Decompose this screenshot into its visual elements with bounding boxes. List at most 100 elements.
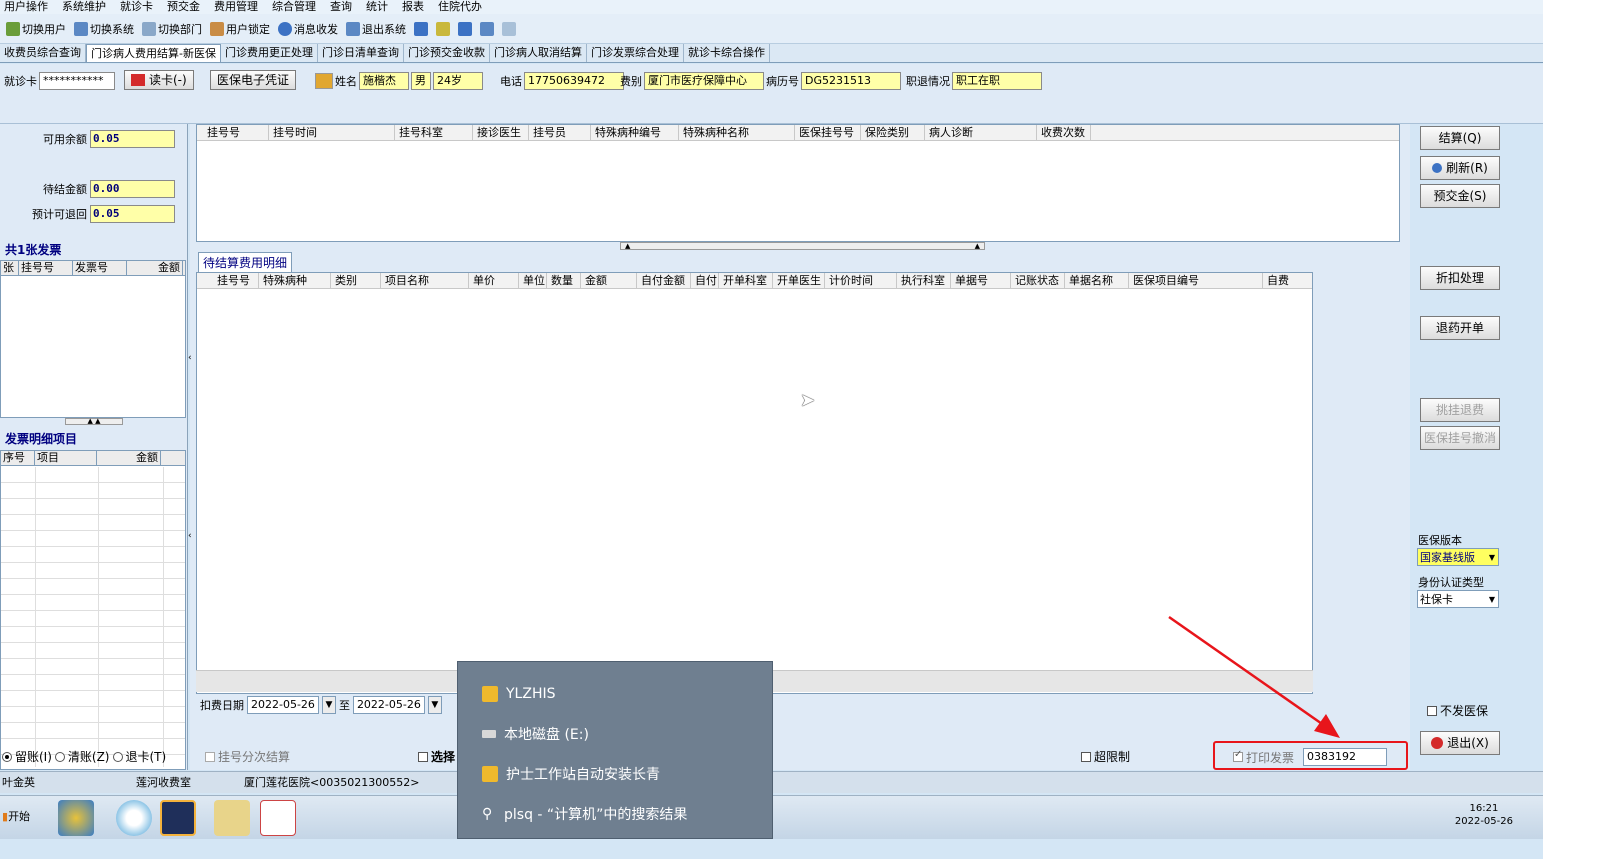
age-field[interactable]: 24岁 (433, 72, 483, 90)
record-field[interactable]: DG5231513 (801, 72, 901, 90)
menu-stats[interactable]: 统计 (366, 0, 388, 14)
phone-field[interactable]: 17750639472 (524, 72, 624, 90)
date-from-field[interactable]: 2022-05-26 (247, 696, 319, 714)
date-to-field[interactable]: 2022-05-26 (352, 696, 425, 714)
folder-icon[interactable] (214, 800, 250, 836)
his-app-icon[interactable] (160, 800, 196, 836)
app-icon-5[interactable] (260, 800, 296, 836)
menu-query[interactable]: 查询 (330, 0, 352, 14)
tab-prepay-collect[interactable]: 门诊预交金收款 (404, 44, 490, 62)
settle-button[interactable]: 结算(Q) (1420, 126, 1500, 150)
card-number-field[interactable]: *********** (39, 72, 115, 90)
folder-icon (482, 686, 498, 702)
no-insurance-checkbox[interactable] (1427, 705, 1437, 716)
tab-cancel-settle[interactable]: 门诊病人取消结算 (490, 44, 587, 62)
message-button[interactable]: 消息收发 (278, 21, 338, 37)
switch-user-button[interactable]: 切换用户 (6, 21, 66, 37)
status-user: 叶金英 (2, 776, 35, 789)
col-self-pay: 自费 (1267, 274, 1289, 287)
col-bill-no: 单据号 (951, 273, 1011, 288)
split-checkbox[interactable] (205, 751, 215, 762)
menu-inpatient[interactable]: 住院代办 (438, 0, 482, 14)
panel-icon[interactable] (502, 21, 516, 36)
tab-outpatient-settle[interactable]: 门诊病人费用结算-新医保 (86, 44, 221, 62)
no-insurance-option[interactable]: 不发医保 (1427, 702, 1488, 719)
users-icon (6, 21, 20, 36)
start-button[interactable]: ▮开始 (0, 804, 42, 830)
read-card-button[interactable]: 读卡(-) (124, 70, 194, 90)
menu-card[interactable]: 就诊卡 (120, 0, 153, 14)
menu-system[interactable]: 系统维护 (62, 0, 106, 14)
menu-fee[interactable]: 费用管理 (214, 0, 258, 14)
col-reg-no: 挂号号 (19, 261, 73, 275)
tool-icon[interactable] (436, 21, 450, 36)
id-type-select[interactable]: 社保卡 ▼ (1417, 590, 1499, 608)
insurance-cert-button[interactable]: 医保电子凭证 (210, 70, 297, 90)
to-label: 至 (338, 699, 350, 712)
app-icon-1[interactable] (58, 800, 94, 836)
date-from-dropdown[interactable]: ▼ (321, 696, 336, 714)
tab-cashier-query[interactable]: 收费员综合查询 (0, 44, 86, 62)
collapse-left-icon[interactable]: ‹ (188, 350, 194, 366)
splitter-main[interactable]: ▲ ▲ (620, 242, 985, 250)
pick-refund-button[interactable]: 挑挂退费 (1420, 398, 1500, 422)
clear-radio[interactable] (54, 751, 65, 762)
help-icon[interactable] (414, 21, 428, 36)
menu-report[interactable]: 报表 (402, 0, 424, 14)
checkbox-icon[interactable] (458, 21, 472, 36)
tab-daily-list[interactable]: 门诊日清单查询 (318, 44, 404, 62)
clock[interactable]: 16:21 2022-05-26 (1455, 802, 1513, 828)
return-card-radio[interactable] (112, 751, 123, 762)
keep-radio[interactable] (2, 751, 12, 762)
split-option[interactable]: 挂号分次结算 (205, 748, 290, 765)
registration-table[interactable]: 挂号号 挂号时间 挂号科室 接诊医生 挂号员 特殊病种编号 特殊病种名称 医保挂… (196, 124, 1400, 242)
tab-invoice[interactable]: 门诊发票综合处理 (587, 44, 684, 62)
browser-icon[interactable] (116, 800, 152, 836)
refresh-button[interactable]: 刷新(R) (1420, 156, 1500, 180)
discount-button[interactable]: 折扣处理 (1420, 266, 1500, 290)
gender-field[interactable]: 男 (411, 72, 431, 90)
job-field[interactable]: 职工在职 (952, 72, 1042, 90)
tab-fee-correction[interactable]: 门诊费用更正处理 (221, 44, 318, 62)
exit-system-button[interactable]: 退出系统 (346, 21, 406, 37)
menu-user-ops[interactable]: 用户操作 (4, 0, 48, 14)
jump-item-disk-e[interactable]: 本地磁盘 (E:) (482, 723, 589, 745)
window-icon[interactable] (480, 21, 494, 36)
col-price: 单价 (469, 273, 519, 288)
col-item: 项目 (35, 451, 97, 465)
menu-prepay[interactable]: 预交金 (167, 0, 200, 14)
col-amount: 金额 (127, 261, 183, 275)
switch-dept-button[interactable]: 切换部门 (142, 21, 202, 37)
cancel-reg-button[interactable]: 医保挂号撤消 (1420, 426, 1500, 450)
invoice-detail-grid[interactable]: 序号 项目 金额 (0, 450, 186, 770)
invoice-grid[interactable]: 张 挂号号 发票号 金额 (0, 260, 186, 418)
tab-card-ops[interactable]: 就诊卡综合操作 (684, 44, 770, 62)
splitter-left[interactable]: ▲ ▲ (65, 418, 123, 425)
exit-button[interactable]: 退出(X) (1420, 731, 1500, 755)
jump-item-nurse-station[interactable]: 护士工作站自动安装长青 (482, 763, 660, 785)
select-option[interactable]: 选择 (418, 748, 455, 765)
prepay-button[interactable]: 预交金(S) (1420, 184, 1500, 208)
select-checkbox[interactable] (418, 751, 428, 762)
jump-item-search[interactable]: ⚲ plsq - “计算机”中的搜索结果 (482, 803, 687, 825)
over-limit-checkbox[interactable] (1081, 751, 1091, 762)
switch-system-button[interactable]: 切换系统 (74, 21, 134, 37)
jump-item-ylzhis[interactable]: YLZHIS (482, 683, 556, 705)
col-price-time: 计价时间 (825, 273, 897, 288)
return-drug-button[interactable]: 退药开单 (1420, 316, 1500, 340)
col-account-status: 记账状态 (1011, 273, 1065, 288)
col-disease-name: 特殊病种名称 (679, 125, 795, 140)
tab-pending-detail[interactable]: 待结算费用明细 (198, 252, 293, 272)
invoice-detail-title: 发票明细项目 (5, 432, 78, 446)
pending-fee-table[interactable]: 挂号号 特殊病种 类别 项目名称 单价 单位 数量 金额 自付金额 自付 开单科… (196, 272, 1313, 694)
version-select[interactable]: 国家基线版 ▼ (1417, 548, 1499, 566)
date-to-dropdown[interactable]: ▼ (427, 696, 442, 714)
folder-icon (482, 766, 498, 782)
lock-user-button[interactable]: 用户锁定 (210, 21, 270, 37)
collapse-left-icon-2[interactable]: ‹ (188, 528, 194, 544)
name-field[interactable]: 施楷杰 (359, 72, 409, 90)
fee-type-field[interactable]: 厦门市医疗保障中心 (644, 72, 764, 90)
menu-general[interactable]: 综合管理 (272, 0, 316, 14)
card-reader-icon (131, 74, 145, 86)
over-limit-option[interactable]: 超限制 (1081, 748, 1130, 765)
